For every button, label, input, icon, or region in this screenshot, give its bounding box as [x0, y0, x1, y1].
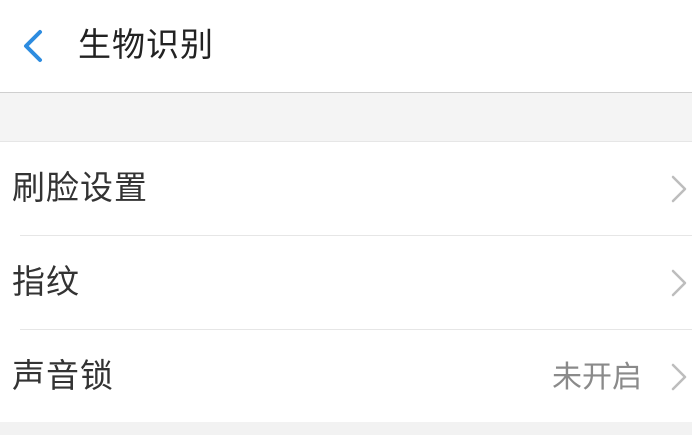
list-item-label: 指纹 — [12, 262, 80, 301]
list-item-voice-lock[interactable]: 声音锁 未开启 — [0, 330, 692, 423]
settings-list: 刷脸设置 指纹 声音锁 未开启 — [0, 141, 692, 422]
list-item-label: 声音锁 — [12, 356, 114, 395]
chevron-right-icon — [671, 269, 687, 297]
page-title: 生物识别 — [78, 25, 214, 64]
list-item-face-settings[interactable]: 刷脸设置 — [0, 142, 692, 235]
top-bar: 生物识别 — [0, 0, 692, 93]
back-button[interactable] — [14, 24, 54, 68]
list-item-fingerprint[interactable]: 指纹 — [0, 236, 692, 329]
bottom-gap — [0, 422, 692, 435]
voice-lock-status: 未开启 — [552, 360, 642, 395]
chevron-right-icon — [671, 363, 687, 391]
chevron-right-icon — [671, 175, 687, 203]
section-gap — [0, 93, 692, 141]
list-item-label: 刷脸设置 — [12, 168, 148, 207]
chevron-left-icon — [24, 30, 42, 62]
